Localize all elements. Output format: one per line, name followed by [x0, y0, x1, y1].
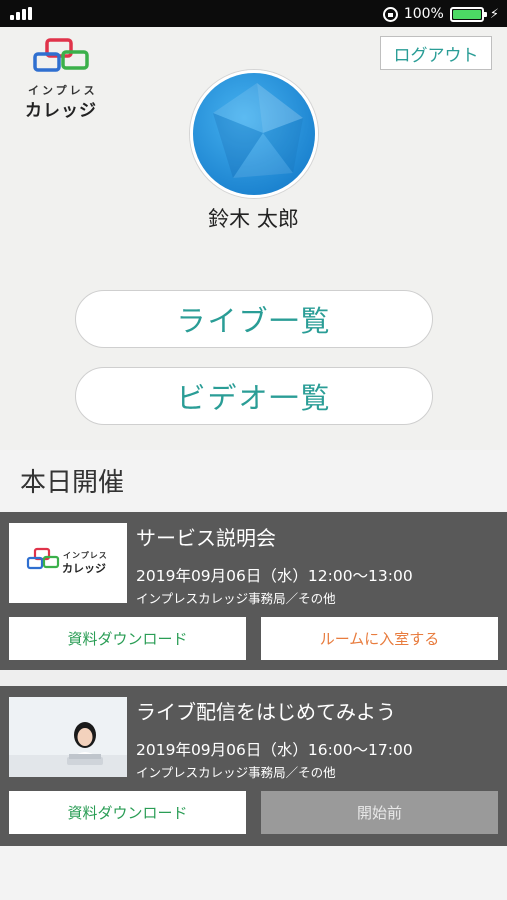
rotation-lock-icon — [382, 6, 398, 22]
battery-icon — [449, 6, 487, 22]
event-datetime: 2019年09月06日（水）16:00〜17:00 — [136, 741, 413, 759]
presenter-photo-icon — [9, 697, 127, 777]
thumb-logo-big: カレッジ — [62, 562, 106, 575]
event-organizer: インプレスカレッジ事務局／その他 — [136, 765, 336, 780]
battery-fill — [452, 9, 481, 19]
logout-button[interactable]: ログアウト — [380, 36, 492, 70]
app-logo: インプレス カレッジ — [25, 38, 115, 121]
not-started-button: 開始前 — [261, 791, 498, 834]
enter-room-button[interactable]: ルームに入室する — [261, 617, 498, 660]
download-materials-button[interactable]: 資料ダウンロード — [9, 617, 246, 660]
event-thumbnail: インプレス カレッジ — [9, 523, 127, 603]
logo-mark-icon — [33, 38, 89, 72]
signal-bars-icon — [10, 7, 32, 20]
divider — [0, 670, 507, 686]
event-card: ライブ配信をはじめてみよう 2019年09月06日（水）16:00〜17:00 … — [0, 686, 507, 846]
logo-text-big: カレッジ — [25, 101, 97, 121]
avatar[interactable] — [190, 70, 318, 198]
event-datetime: 2019年09月06日（水）12:00〜13:00 — [136, 567, 413, 585]
status-indicators: 100% ⚡ — [382, 4, 499, 24]
event-title[interactable]: ライブ配信をはじめてみよう — [136, 696, 396, 725]
event-organizer: インプレスカレッジ事務局／その他 — [136, 591, 336, 606]
avatar-image — [193, 73, 315, 195]
video-list-button[interactable]: ビデオ一覧 — [75, 367, 433, 425]
download-materials-button[interactable]: 資料ダウンロード — [9, 791, 246, 834]
status-bar: 100% ⚡ — [0, 0, 507, 27]
user-name: 鈴木 太郎 — [208, 207, 299, 231]
charging-bolt-icon: ⚡ — [489, 6, 499, 22]
live-list-button[interactable]: ライブ一覧 — [75, 290, 433, 348]
battery-percentage: 100% — [403, 6, 444, 22]
event-card: インプレス カレッジ サービス説明会 2019年09月06日（水）12:00〜1… — [0, 512, 507, 670]
event-thumbnail — [9, 697, 127, 777]
event-title[interactable]: サービス説明会 — [136, 522, 276, 551]
section-heading: 本日開催 — [20, 468, 125, 498]
